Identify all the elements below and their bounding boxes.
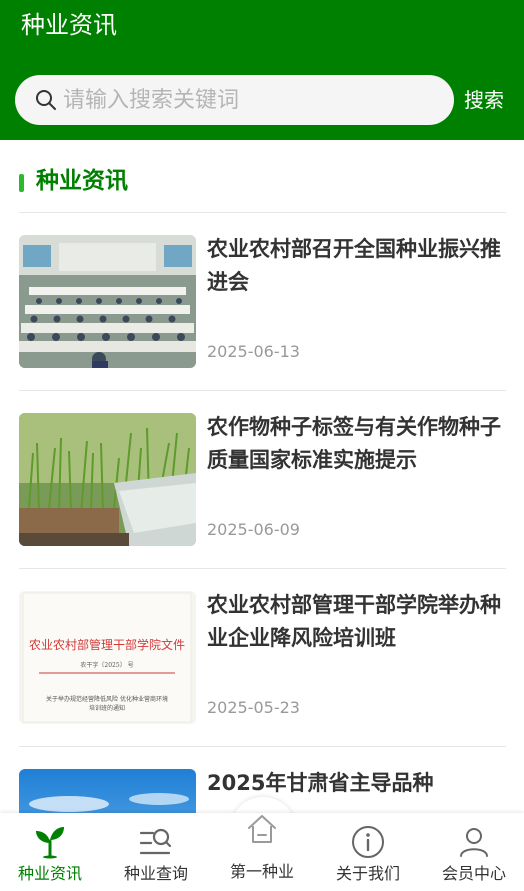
tab-member[interactable]: 会员中心 — [422, 813, 524, 891]
news-thumbnail-meeting — [19, 235, 196, 368]
news-item[interactable]: 农作物种子标签与有关作物种子质量国家标准实施提示 2025-06-09 — [19, 391, 506, 569]
user-icon — [460, 828, 488, 857]
search-icon — [36, 90, 56, 110]
page-title: 种业资讯 — [21, 11, 117, 39]
top-header: 种业资讯 搜索 — [0, 0, 524, 140]
section-title: 种业资讯 — [36, 168, 128, 194]
news-title: 农业农村部召开全国种业振兴推进会 — [207, 237, 501, 294]
search-bar[interactable] — [15, 75, 454, 125]
tab-label: 第一种业 — [229, 862, 294, 881]
news-thumbnail-seedlings — [19, 413, 196, 546]
tab-query[interactable]: 种业查询 — [104, 813, 208, 891]
tab-label: 会员中心 — [441, 864, 506, 883]
news-date: 2025-06-09 — [207, 520, 300, 539]
search-list-icon — [139, 828, 172, 855]
section-accent-bar — [19, 174, 24, 192]
tab-label: 种业资讯 — [17, 864, 82, 883]
tab-label: 种业查询 — [123, 864, 188, 883]
tab-news[interactable]: 种业资讯 — [0, 813, 102, 891]
news-title: 2025年甘肃省主导品种 — [207, 771, 434, 795]
news-title: 农作物种子标签与有关作物种子质量国家标准实施提示 — [207, 415, 501, 472]
info-icon — [352, 826, 384, 858]
tab-home[interactable]: 第一种业 — [212, 797, 312, 891]
news-thumbnail-document: 农业农村部管理干部学院文件 农干字〔2025〕 号 关于举办规范经营降低风险 优… — [19, 591, 196, 724]
section-header: 种业资讯 — [19, 162, 506, 202]
search-button[interactable]: 搜索 — [464, 85, 504, 115]
news-title: 农业农村部管理干部学院举办种业企业降风险培训班 — [207, 593, 501, 650]
news-date: 2025-06-13 — [207, 342, 300, 361]
doc-subject-line-1: 关于举办规范经营降低风险 优化种业营商环境 — [46, 695, 168, 703]
news-item[interactable]: 农业农村部召开全国种业振兴推进会 2025-06-13 — [19, 213, 506, 391]
home-icon — [248, 815, 276, 843]
news-date: 2025-05-23 — [207, 698, 300, 717]
doc-subject-line-2: 培训班的通知 — [89, 704, 125, 712]
search-input[interactable] — [63, 75, 443, 125]
app-screen: 种业资讯 搜索 种业资讯 — [0, 0, 524, 891]
tab-label: 关于我们 — [335, 864, 400, 883]
seedling-icon — [36, 827, 64, 859]
tab-about[interactable]: 关于我们 — [316, 813, 420, 891]
news-item[interactable]: 农业农村部管理干部学院文件 农干字〔2025〕 号 关于举办规范经营降低风险 优… — [19, 569, 506, 747]
doc-header-text: 农业农村部管理干部学院文件 — [29, 637, 185, 652]
doc-number-text: 农干字〔2025〕 号 — [80, 661, 133, 669]
